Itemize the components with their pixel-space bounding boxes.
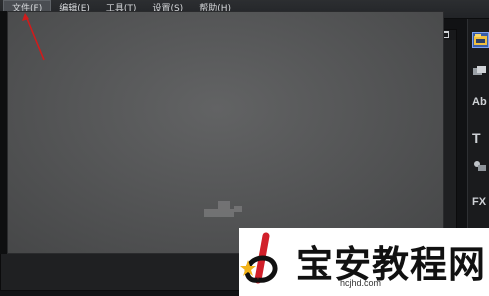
watermark-logo (240, 232, 278, 284)
watermark-text: 宝安教程网 (296, 242, 486, 286)
watermark-url: hcjhd.com (340, 278, 382, 288)
editor-window: 文件(F) 编辑(E) 工具(T) 设置(S) 帮助(H) Ab T FX 宝安… (0, 0, 489, 296)
